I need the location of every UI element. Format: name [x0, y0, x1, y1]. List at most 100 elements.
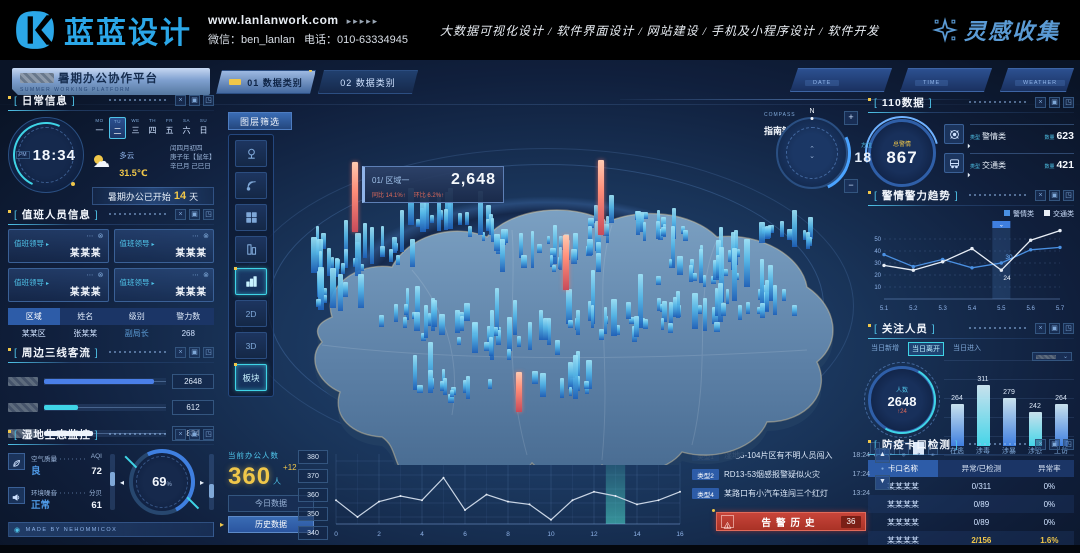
- column-header[interactable]: 区域: [8, 308, 60, 325]
- alarm-history-banner[interactable]: 告警历史 36: [716, 512, 866, 531]
- expand-icon[interactable]: ◳: [203, 429, 214, 440]
- expand-icon[interactable]: ◳: [1063, 97, 1074, 108]
- website-link[interactable]: www.lanlanwork.com: [208, 13, 339, 27]
- weekday-cell[interactable]: SU日: [196, 117, 211, 139]
- more-icon[interactable]: ⋯: [87, 232, 94, 240]
- window-icon[interactable]: ▣: [1049, 190, 1060, 201]
- camera-icon[interactable]: [235, 140, 267, 167]
- layer-button-2D[interactable]: 2D: [235, 300, 267, 327]
- group-icon[interactable]: [235, 204, 267, 231]
- left-slider[interactable]: [110, 454, 115, 510]
- focus-tab[interactable]: 当日进入: [950, 342, 984, 356]
- close-icon[interactable]: ×: [1035, 439, 1046, 450]
- expand-icon[interactable]: ◳: [203, 209, 214, 220]
- data-bar: [532, 371, 538, 384]
- more-icon[interactable]: ⋯: [87, 271, 94, 279]
- column-header[interactable]: 警力数: [163, 308, 215, 325]
- weekday-cell[interactable]: FR五: [162, 117, 177, 139]
- tick-decoration: [868, 98, 871, 101]
- logo[interactable]: 蓝蓝设计: [14, 8, 192, 52]
- layer-filter-title: 图层筛选: [228, 112, 292, 130]
- alert-row[interactable]: 类型4某路口有小汽车连闯三个红灯13:24: [692, 486, 870, 501]
- gauge-right-arrow[interactable]: ▸: [200, 478, 204, 487]
- more-icon[interactable]: ⋯: [192, 271, 199, 279]
- duty-card[interactable]: 值班领导▸⋯⊗某某某: [114, 229, 215, 263]
- close-circle-icon[interactable]: ⊗: [98, 232, 104, 240]
- noise-label: 环境噪音: [31, 487, 57, 497]
- map-tooltip[interactable]: 01/ 区域一 2,648 同比 14.1%↑环比 6.2%↑: [362, 166, 504, 203]
- layer-button-3D[interactable]: 3D: [235, 332, 267, 359]
- weekday-cell[interactable]: SA六: [179, 117, 194, 139]
- table-row[interactable]: 某某某某0/890%: [868, 495, 1074, 513]
- lunar-calendar: 闰四月初四庚子年【鼠年】辛巳月 己巳日: [170, 144, 214, 181]
- chart-filter-dropdown[interactable]: ⌄: [1032, 352, 1072, 361]
- chart-icon[interactable]: [235, 268, 267, 295]
- bearing-readout: 方位 18: [854, 141, 872, 167]
- expand-icon[interactable]: ◳: [203, 347, 214, 358]
- focus-tab[interactable]: 当日离开: [908, 342, 944, 356]
- tab-data-category-2[interactable]: 02 数据类别: [318, 70, 418, 94]
- close-circle-icon[interactable]: ⊗: [98, 271, 104, 279]
- button-label: 今日数据: [255, 498, 287, 509]
- signal-icon[interactable]: [235, 172, 267, 199]
- table-row[interactable]: 某某区张某某副局长268: [8, 325, 214, 341]
- weekday-cell[interactable]: TU二: [109, 117, 126, 139]
- column-header[interactable]: 异常率: [1025, 460, 1074, 477]
- map-region[interactable]: [262, 155, 842, 465]
- table-row[interactable]: 某某某某0/3110%: [868, 477, 1074, 495]
- close-icon[interactable]: ×: [1035, 190, 1046, 201]
- table-row[interactable]: 某某某某0/890%: [868, 513, 1074, 531]
- data-bar: [668, 323, 673, 333]
- expand-icon[interactable]: ◳: [203, 95, 214, 106]
- close-circle-icon[interactable]: ⊗: [203, 232, 209, 240]
- zoom-out-button[interactable]: −: [844, 179, 858, 193]
- gauge-left-arrow[interactable]: ◂: [120, 478, 124, 487]
- column-header[interactable]: 异常/已检测: [938, 460, 1025, 477]
- alert-type-badge: 类型4: [692, 488, 719, 499]
- weekday-cell[interactable]: MO一: [92, 117, 107, 139]
- duty-card[interactable]: 值班领导▸⋯⊗某某某: [8, 268, 109, 302]
- legend-item[interactable]: 交通类: [1044, 209, 1074, 219]
- layer-button-板块[interactable]: 板块: [235, 364, 267, 391]
- expand-icon[interactable]: ◳: [1063, 190, 1074, 201]
- compass-dial[interactable]: N ⌃⌄: [776, 117, 848, 189]
- panel-controls: ×▣◳: [1035, 439, 1074, 450]
- tab-data-category-1[interactable]: 01 数据类别: [216, 70, 316, 94]
- window-icon[interactable]: ▣: [189, 429, 200, 440]
- weekday-cell[interactable]: WE三: [128, 117, 143, 139]
- type-value: 交通类: [982, 161, 1006, 170]
- window-icon[interactable]: ▣: [189, 209, 200, 220]
- data-bar: [517, 336, 521, 347]
- window-icon[interactable]: ▣: [1049, 439, 1060, 450]
- collect-badge[interactable]: 灵感收集: [932, 14, 1060, 46]
- duty-card[interactable]: 值班领导▸⋯⊗某某某: [8, 229, 109, 263]
- legend-item[interactable]: 警情类: [1004, 209, 1034, 219]
- window-icon[interactable]: ▣: [1049, 323, 1060, 334]
- scroll-down-button[interactable]: ▼: [875, 475, 890, 490]
- close-icon[interactable]: ×: [175, 209, 186, 220]
- weekday-cell[interactable]: TH四: [145, 117, 160, 139]
- focus-tab[interactable]: 当日新增: [868, 342, 902, 356]
- duty-cards: 值班领导▸⋯⊗某某某值班领导▸⋯⊗某某某值班领导▸⋯⊗某某某值班领导▸⋯⊗某某某: [8, 229, 214, 302]
- expand-icon[interactable]: ◳: [1063, 439, 1074, 450]
- column-header[interactable]: 级别: [111, 308, 163, 325]
- right-slider[interactable]: [209, 454, 214, 510]
- column-header[interactable]: 姓名: [60, 308, 112, 325]
- building-icon[interactable]: [235, 236, 267, 263]
- close-icon[interactable]: ×: [1035, 323, 1046, 334]
- window-icon[interactable]: ▣: [189, 95, 200, 106]
- close-icon[interactable]: ×: [175, 347, 186, 358]
- duty-card[interactable]: 值班领导▸⋯⊗某某某: [114, 268, 215, 302]
- scroll-up-button[interactable]: ▲: [875, 448, 890, 463]
- close-icon[interactable]: ×: [1035, 97, 1046, 108]
- close-icon[interactable]: ×: [175, 95, 186, 106]
- expand-icon[interactable]: ◳: [1063, 323, 1074, 334]
- window-icon[interactable]: ▣: [189, 347, 200, 358]
- zoom-in-button[interactable]: +: [844, 111, 858, 125]
- more-icon[interactable]: ⋯: [192, 232, 199, 240]
- alert-row[interactable]: 类型2RD13-53烟感报警疑似火灾17:24: [692, 467, 870, 482]
- close-circle-icon[interactable]: ⊗: [203, 271, 209, 279]
- window-icon[interactable]: ▣: [1049, 97, 1060, 108]
- close-icon[interactable]: ×: [175, 429, 186, 440]
- office-unit: 人: [273, 476, 281, 487]
